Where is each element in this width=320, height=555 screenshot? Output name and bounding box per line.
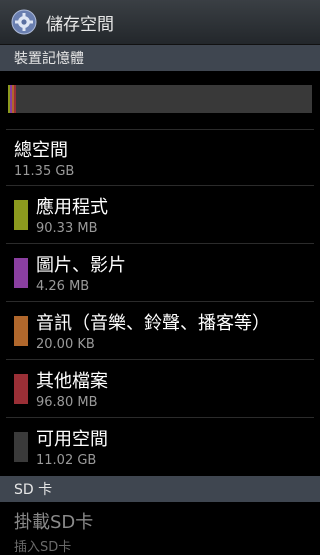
storage-row-label: 應用程式 bbox=[36, 197, 108, 218]
color-swatch bbox=[14, 199, 28, 230]
storage-row-value: 96.80 MB bbox=[36, 395, 98, 410]
color-swatch bbox=[14, 373, 28, 404]
storage-row-value: 90.33 MB bbox=[36, 221, 98, 236]
storage-row-available-space: 可用空間 11.02 GB bbox=[0, 418, 320, 475]
section-title: 裝置記憶體 bbox=[14, 51, 84, 67]
gear-icon bbox=[11, 9, 37, 35]
usage-segment-other bbox=[14, 85, 17, 113]
storage-row-label: 圖片、影片 bbox=[36, 255, 126, 276]
mount-sd-card-row: 掛載SD卡 插入SD卡 bbox=[0, 502, 320, 555]
storage-row-value: 11.02 GB bbox=[36, 453, 97, 468]
color-swatch bbox=[14, 315, 28, 346]
storage-row-apps[interactable]: 應用程式 90.33 MB bbox=[0, 186, 320, 243]
mount-sd-value: 插入SD卡 bbox=[14, 540, 72, 555]
storage-row-label: 其他檔案 bbox=[36, 371, 108, 392]
storage-row-label: 可用空間 bbox=[36, 429, 108, 450]
storage-row-label: 音訊（音樂、鈴聲、播客等） bbox=[36, 313, 270, 334]
storage-row-audio[interactable]: 音訊（音樂、鈴聲、播客等） 20.00 KB bbox=[0, 302, 320, 359]
storage-row-value: 20.00 KB bbox=[36, 337, 95, 352]
mount-sd-label: 掛載SD卡 bbox=[14, 512, 94, 533]
page-title: 儲存空間 bbox=[46, 14, 114, 35]
total-space-row: 總空間 11.35 GB bbox=[0, 130, 320, 185]
color-swatch bbox=[14, 257, 28, 288]
storage-row-pictures-videos[interactable]: 圖片、影片 4.26 MB bbox=[0, 244, 320, 301]
title-bar: 儲存空間 bbox=[0, 0, 320, 45]
sd-card-header: SD 卡 bbox=[0, 476, 320, 502]
section-title: SD 卡 bbox=[14, 482, 53, 498]
storage-row-other-files[interactable]: 其他檔案 96.80 MB bbox=[0, 360, 320, 417]
usage-area bbox=[0, 71, 320, 129]
total-space-value: 11.35 GB bbox=[14, 164, 75, 179]
storage-row-value: 4.26 MB bbox=[36, 279, 90, 294]
color-swatch bbox=[14, 431, 28, 462]
total-space-label: 總空間 bbox=[14, 140, 68, 161]
storage-usage-bar bbox=[8, 85, 312, 113]
device-memory-header: 裝置記憶體 bbox=[0, 45, 320, 71]
